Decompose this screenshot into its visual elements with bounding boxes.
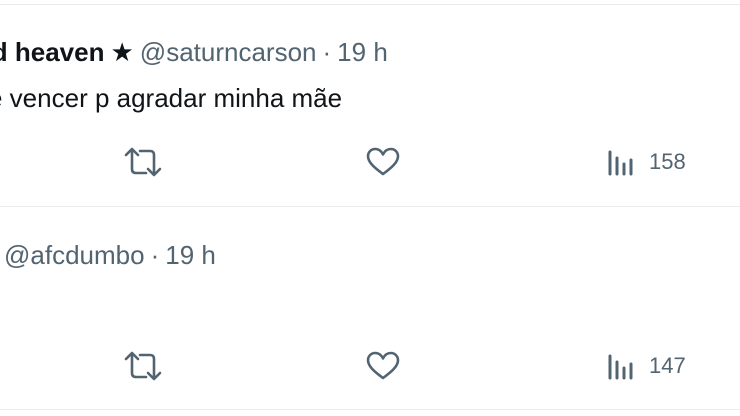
heart-icon	[366, 351, 400, 380]
like-button[interactable]	[366, 142, 400, 182]
tweet-actions: 147	[0, 346, 740, 386]
retweet-button[interactable]	[124, 142, 162, 182]
like-button[interactable]	[366, 346, 400, 386]
views-button[interactable]: 147	[607, 346, 686, 386]
tweet-header: und heaven★@saturncarson·19 h	[0, 36, 388, 68]
user-handle[interactable]: @afcdumbo	[4, 240, 145, 270]
retweet-icon	[124, 147, 162, 177]
views-button[interactable]: 158	[607, 142, 686, 182]
timestamp[interactable]: 19 h	[337, 37, 388, 67]
tweet[interactable]: @afcdumbo · 19 h 147	[0, 207, 740, 409]
timestamp[interactable]: 19 h	[165, 240, 216, 270]
analytics-icon	[608, 354, 633, 380]
separator-dot: ·	[150, 240, 160, 270]
timeline: und heaven★@saturncarson·19 h e vencer p…	[0, 0, 740, 416]
views-count: 158	[649, 149, 686, 174]
divider	[0, 409, 740, 410]
retweet-button[interactable]	[124, 346, 162, 386]
heart-icon	[366, 147, 400, 176]
tweet-header: @afcdumbo · 19 h	[4, 239, 216, 271]
views-count: 147	[649, 353, 686, 378]
tweet[interactable]: und heaven★@saturncarson·19 h e vencer p…	[0, 0, 740, 206]
tweet-actions: 158	[0, 142, 740, 182]
user-handle[interactable]: @saturncarson	[140, 37, 317, 67]
tweet-text: e vencer p agradar minha mãe	[0, 83, 343, 113]
retweet-icon	[124, 351, 162, 381]
analytics-icon	[608, 150, 633, 176]
star-icon: ★	[110, 37, 134, 67]
display-name[interactable]: und heaven	[0, 37, 104, 67]
separator-dot: ·	[322, 37, 332, 67]
